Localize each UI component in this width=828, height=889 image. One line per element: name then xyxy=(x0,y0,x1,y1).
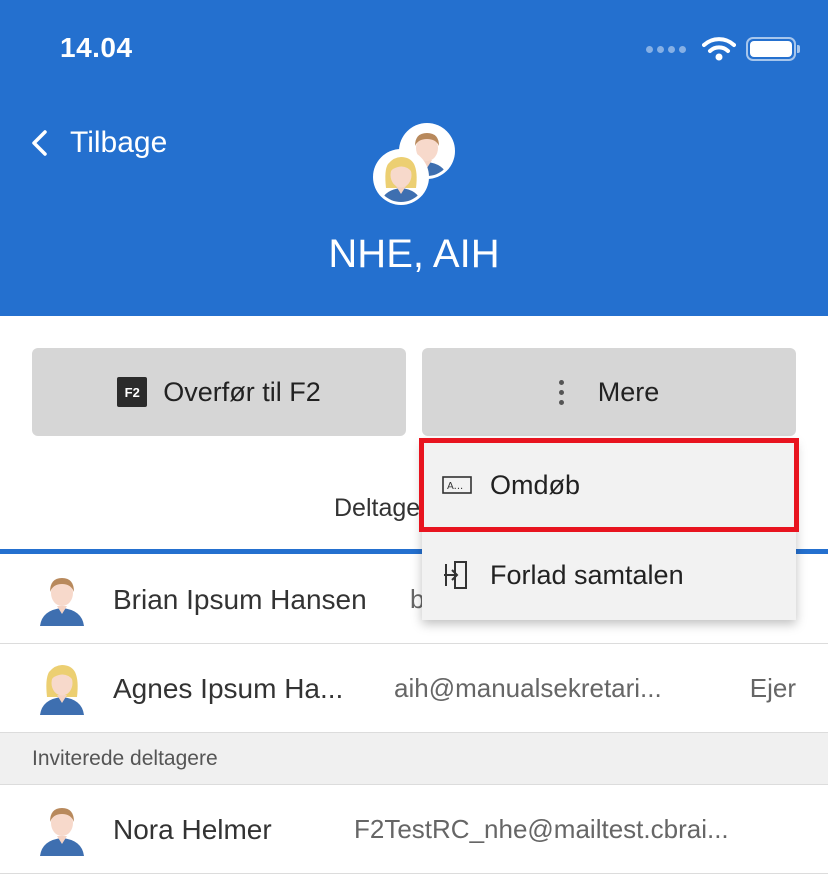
list-item[interactable]: Nora Helmer F2TestRC_nhe@mailtest.cbrai.… xyxy=(0,786,828,874)
participant-name: Brian Ipsum Hansen xyxy=(113,583,367,615)
participant-email: aih@manualsekretari... xyxy=(394,673,662,703)
female-avatar-icon xyxy=(40,665,84,715)
rename-icon: A... xyxy=(442,476,472,494)
status-time: 14.04 xyxy=(60,32,133,63)
status-icons xyxy=(646,36,800,62)
group-avatar xyxy=(370,120,460,208)
participant-name: Agnes Ipsum Ha... xyxy=(113,672,344,704)
invited-heading: Inviterede deltagere xyxy=(32,747,218,770)
transfer-label: Overfør til F2 xyxy=(163,376,321,407)
participant-role: Ejer xyxy=(749,673,796,703)
menu-item-label: Forlad samtalen xyxy=(490,559,684,590)
more-button[interactable]: Mere xyxy=(422,348,796,436)
page-title: NHE, AIH xyxy=(328,232,500,276)
leave-icon xyxy=(444,561,467,589)
wifi-icon xyxy=(702,37,736,61)
invited-section-header: Inviterede deltagere xyxy=(0,733,828,785)
menu-item-rename[interactable]: A... Omdøb xyxy=(422,440,796,530)
female-avatar-icon xyxy=(373,149,429,205)
more-dropdown-menu: A... Omdøb Forlad samtalen xyxy=(422,440,796,620)
invited-email: F2TestRC_nhe@mailtest.cbrai... xyxy=(354,814,729,844)
transfer-to-f2-button[interactable]: F2 Overfør til F2 xyxy=(32,348,406,436)
invited-name: Nora Helmer xyxy=(113,813,272,845)
chevron-left-icon xyxy=(32,130,47,156)
list-item[interactable]: Agnes Ipsum Ha... aih@manualsekretari...… xyxy=(0,645,828,733)
back-label: Tilbage xyxy=(70,126,168,159)
menu-item-leave[interactable]: Forlad samtalen xyxy=(422,530,796,620)
kebab-menu-icon xyxy=(558,379,564,405)
male-avatar-icon xyxy=(40,808,84,856)
tab-participants[interactable]: Deltage xyxy=(334,494,420,523)
signal-icon xyxy=(646,45,686,53)
header: 14.04 Tilbage NHE, AIH xyxy=(0,0,828,316)
menu-item-label: Omdøb xyxy=(490,469,581,500)
svg-text:A...: A... xyxy=(447,481,463,492)
f2-transfer-icon: F2 xyxy=(117,377,148,407)
battery-icon xyxy=(746,37,800,61)
male-avatar-icon xyxy=(40,578,84,626)
back-button[interactable]: Tilbage xyxy=(30,126,167,160)
more-label: Mere xyxy=(597,376,660,407)
